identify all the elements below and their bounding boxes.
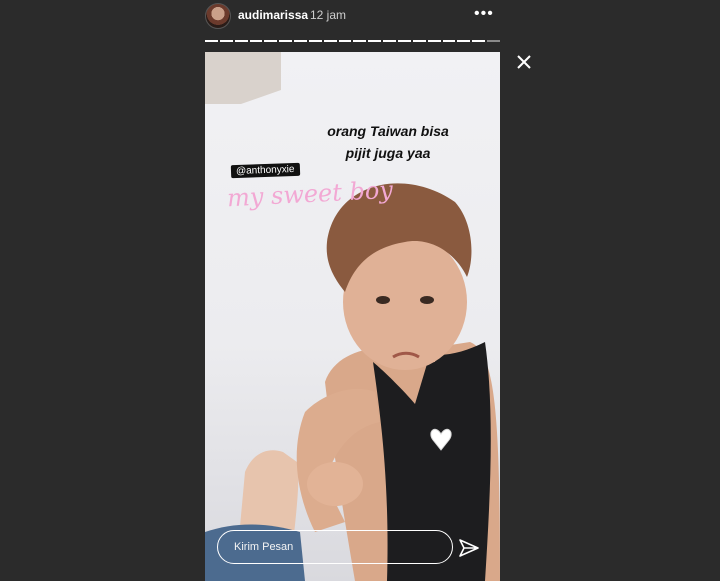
progress-segment: [308, 40, 322, 42]
more-options-icon[interactable]: •••: [474, 5, 494, 23]
progress-segment: [219, 40, 233, 42]
caption-line-2: pijit juga yaa: [345, 145, 431, 161]
story-caption: orang Taiwan bisa pijit juga yaa: [308, 120, 468, 164]
progress-segment: [442, 40, 456, 42]
progress-segment: [427, 40, 441, 42]
story-header: audimarissa 12 jam •••: [0, 0, 720, 34]
timestamp: 12 jam: [310, 8, 347, 22]
caption-line-1: orang Taiwan bisa: [327, 123, 449, 139]
send-icon[interactable]: [458, 537, 480, 559]
progress-segment: [383, 40, 396, 42]
story-frame[interactable]: orang Taiwan bisa pijit juga yaa @anthon…: [205, 52, 500, 581]
progress-segment: [234, 40, 248, 42]
progress-segment: [294, 40, 307, 42]
progress-segment: [205, 40, 218, 42]
reply-field[interactable]: [217, 530, 453, 564]
progress-segment: [397, 40, 411, 42]
progress-segment: [487, 40, 500, 42]
progress-segment: [279, 40, 293, 42]
progress-segment: [412, 40, 426, 42]
progress-segment: [323, 40, 337, 42]
mention-tag[interactable]: @anthonyxie: [230, 162, 300, 179]
username[interactable]: audimarissa: [238, 8, 308, 22]
close-icon[interactable]: [514, 52, 534, 72]
avatar[interactable]: [205, 3, 231, 29]
progress-segment: [457, 40, 471, 42]
message-input[interactable]: [218, 531, 452, 563]
progress-segment: [249, 40, 263, 42]
progress-segment: [338, 40, 352, 42]
progress-segment: [264, 40, 278, 42]
progress-segment: [368, 40, 382, 42]
progress-segment: [353, 40, 367, 42]
progress-segment: [472, 40, 486, 42]
story-progress-bar: [205, 40, 500, 42]
